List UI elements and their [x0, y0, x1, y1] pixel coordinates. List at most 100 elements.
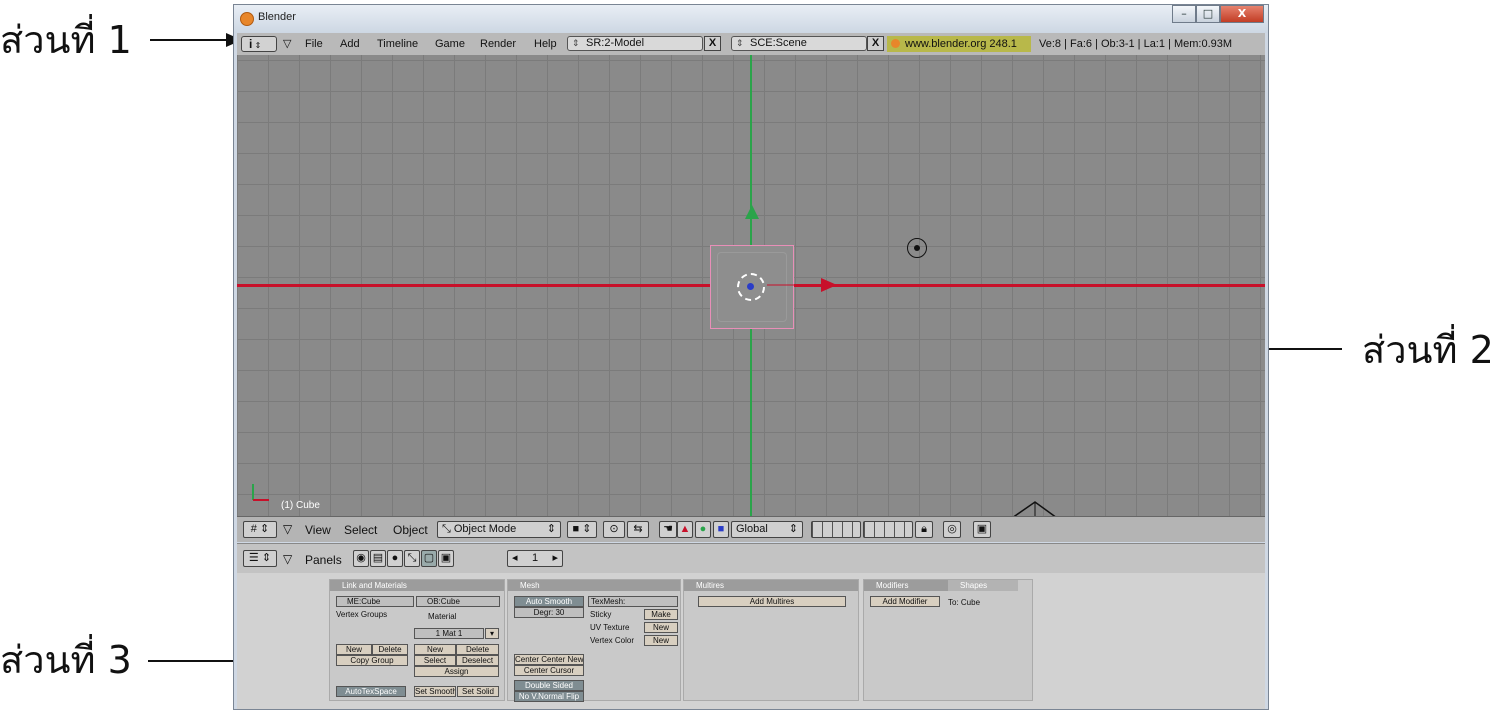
translate-button[interactable]: ▲: [677, 521, 693, 538]
material-new-button[interactable]: New: [414, 644, 456, 655]
script-icon: ▤: [372, 552, 384, 564]
delete-scene-button[interactable]: X: [867, 36, 884, 51]
window-title: Blender: [258, 11, 296, 23]
center-cursor-button[interactable]: Center Cursor: [514, 665, 584, 676]
uv-texture-new-button[interactable]: New: [644, 622, 678, 633]
collapse-triangle-icon[interactable]: ▽: [283, 552, 292, 566]
hand-icon: ☚: [663, 523, 673, 535]
view-axes-icon: [252, 484, 269, 501]
updown-icon: ⇕: [736, 38, 744, 48]
scale-icon: ■: [717, 523, 725, 535]
delete-screen-button[interactable]: X: [704, 36, 721, 51]
menu-object[interactable]: Object: [393, 523, 428, 537]
material-assign-button[interactable]: Assign: [414, 666, 499, 677]
set-smooth-button[interactable]: Set Smooth: [414, 686, 456, 697]
render-preview-button[interactable]: ▣: [973, 521, 991, 538]
frame-number-field[interactable]: ◂ 1 ▸: [507, 550, 563, 567]
no-vnormal-flip-toggle[interactable]: No V.Normal Flip: [514, 691, 584, 702]
y-manipulator-arrow-icon[interactable]: [742, 205, 762, 247]
autotexspace-toggle[interactable]: AutoTexSpace: [336, 686, 406, 697]
logic-context-button[interactable]: ◉: [353, 550, 369, 567]
menu-view[interactable]: View: [305, 523, 331, 537]
menu-add[interactable]: Add: [340, 38, 360, 50]
sticky-make-button[interactable]: Make: [644, 609, 678, 620]
mesh-name-field[interactable]: ME:Cube: [336, 596, 414, 607]
3d-viewport[interactable]: (1) Cube: [237, 55, 1265, 516]
logic-icon: ◉: [356, 552, 366, 564]
sticky-label: Sticky: [590, 610, 612, 619]
editing-context-button[interactable]: ▢: [421, 550, 437, 567]
callout-part-2: ส่วนที่ 2: [1362, 328, 1494, 372]
object-name-field[interactable]: OB:Cube: [416, 596, 500, 607]
rotate-button[interactable]: ●: [695, 521, 711, 538]
opengl-render-button[interactable]: ◎: [943, 521, 961, 538]
shading-context-button[interactable]: ●: [387, 550, 403, 567]
set-solid-button[interactable]: Set Solid: [457, 686, 499, 697]
menu-render[interactable]: Render: [480, 38, 516, 50]
window-type-button[interactable]: i ⇕: [241, 36, 277, 52]
auto-smooth-toggle[interactable]: Auto Smooth: [514, 596, 584, 607]
screen-selector[interactable]: ⇕ SR:2-Model: [567, 36, 703, 51]
vertex-color-new-button[interactable]: New: [644, 635, 678, 646]
collapse-triangle-icon[interactable]: ▽: [283, 37, 291, 50]
menu-help[interactable]: Help: [534, 38, 557, 50]
menu-icon: ☰: [248, 552, 259, 564]
scene-context-button[interactable]: ▣: [438, 550, 454, 567]
pivot-button[interactable]: ⊙: [603, 521, 625, 538]
material-select-button[interactable]: Select: [414, 655, 456, 666]
object-context-button[interactable]: ⤡: [404, 550, 420, 567]
vertex-groups-label: Vertex Groups: [336, 610, 388, 619]
manipulator-hand-button[interactable]: ☚: [659, 521, 677, 538]
add-multires-button[interactable]: Add Multires: [698, 596, 846, 607]
copy-group-button[interactable]: Copy Group: [336, 655, 408, 666]
vgroup-new-button[interactable]: New: [336, 644, 372, 655]
degr-field[interactable]: Degr: 30: [514, 607, 584, 618]
editor-type-button[interactable]: ☰ ⇕: [243, 550, 277, 567]
panel-link-materials: Link and Materials ME:Cube OB:Cube Verte…: [329, 579, 505, 701]
panel-title[interactable]: Mesh: [508, 580, 680, 591]
add-modifier-button[interactable]: Add Modifier: [870, 596, 940, 607]
grid-icon: #: [250, 523, 257, 535]
editor-type-button[interactable]: # ⇕: [243, 521, 277, 538]
lock-layers-button[interactable]: 🔒︎: [915, 521, 933, 538]
arrow-part-1-icon: [150, 33, 242, 47]
texmesh-field[interactable]: TexMesh:: [588, 596, 678, 607]
vgroup-delete-button[interactable]: Delete: [372, 644, 408, 655]
x-manipulator-arrow-icon[interactable]: [767, 277, 837, 293]
panel-multires: Multires Add Multires: [683, 579, 859, 701]
material-deselect-button[interactable]: Deselect: [456, 655, 499, 666]
double-sided-toggle[interactable]: Double Sided: [514, 680, 584, 691]
scale-button[interactable]: ■: [713, 521, 729, 538]
panel-title[interactable]: Multires: [684, 580, 858, 591]
blender-logo-icon: [891, 39, 900, 48]
minimize-button[interactable]: –: [1172, 5, 1196, 23]
tab-shapes[interactable]: Shapes: [948, 580, 1018, 591]
snap-button[interactable]: ⇆: [627, 521, 649, 538]
script-context-button[interactable]: ▤: [370, 550, 386, 567]
lamp-center-icon: [914, 245, 920, 251]
panels-label: Panels: [305, 553, 342, 567]
material-index-field[interactable]: 1 Mat 1: [414, 628, 484, 639]
collapse-triangle-icon[interactable]: ▽: [283, 522, 292, 536]
menu-file[interactable]: File: [305, 38, 323, 50]
menu-game[interactable]: Game: [435, 38, 465, 50]
menu-timeline[interactable]: Timeline: [377, 38, 418, 50]
material-delete-button[interactable]: Delete: [456, 644, 499, 655]
menu-select[interactable]: Select: [344, 523, 377, 537]
orientation-selector[interactable]: Global ⇕: [731, 521, 803, 538]
material-dropdown[interactable]: ▾: [485, 628, 499, 639]
title-bar[interactable]: Blender – □ X: [234, 5, 1268, 33]
blender-url[interactable]: www.blender.org 248.1: [887, 36, 1031, 52]
panel-title[interactable]: Link and Materials: [330, 580, 504, 591]
panel-title[interactable]: Modifiers: [864, 580, 948, 591]
draw-type-button[interactable]: ■ ⇕: [567, 521, 597, 538]
camera-icon[interactable]: [1007, 500, 1067, 516]
close-button[interactable]: X: [1220, 5, 1264, 23]
layer-buttons-2[interactable]: [863, 521, 913, 538]
scene-selector[interactable]: ⇕ SCE:Scene: [731, 36, 867, 51]
render-icon: ◎: [947, 523, 957, 535]
layer-buttons-1[interactable]: [811, 521, 861, 538]
mode-selector[interactable]: ⤡ Object Mode ⇕: [437, 521, 561, 538]
center-button[interactable]: Center Center New: [514, 654, 584, 665]
maximize-button[interactable]: □: [1196, 5, 1220, 23]
